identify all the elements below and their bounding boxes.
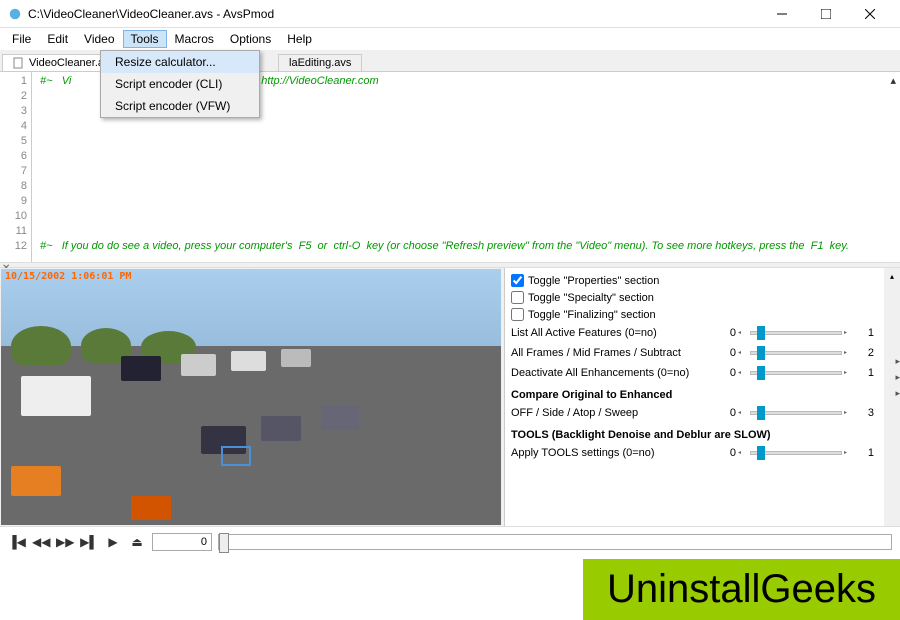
rewind-button[interactable]: ◀◀	[32, 535, 50, 549]
menubar: File Edit Video Tools Macros Options Hel…	[0, 28, 900, 50]
dropdown-script-encoder-vfw[interactable]: Script encoder (VFW)	[101, 95, 259, 117]
toggle-finalizing-check[interactable]: Toggle "Finalizing" section	[511, 306, 894, 323]
menu-tools[interactable]: Tools	[123, 30, 167, 48]
frame-number-input[interactable]	[152, 533, 212, 551]
editor-scroll-up-icon[interactable]: ▴	[890, 74, 896, 87]
video-preview-frame[interactable]: 10/15/2002 1:06:01 PM	[1, 269, 501, 525]
tools-dropdown: Resize calculator... Script encoder (CLI…	[100, 50, 260, 118]
preview-timestamp: 10/15/2002 1:06:01 PM	[5, 271, 131, 282]
tab-label-partial: laEditing.avs	[289, 57, 351, 69]
spinner-right[interactable]: ▸	[844, 330, 854, 336]
dropdown-script-encoder-cli[interactable]: Script encoder (CLI)	[101, 73, 259, 95]
side-arrow-icon[interactable]: ▸	[895, 388, 900, 404]
timeline-marker[interactable]	[219, 533, 229, 553]
app-icon	[8, 7, 22, 21]
slider-compare-mode: OFF / Side / Atop / Sweep 0 ◂ ▸ 3 0	[511, 403, 894, 423]
playback-bar: ▐◀ ◀◀ ▶▶ ▶▌ ▶ ⏏	[0, 526, 900, 556]
menu-edit[interactable]: Edit	[39, 30, 76, 48]
menu-macros[interactable]: Macros	[167, 30, 222, 48]
timeline-scrubber[interactable]	[218, 534, 892, 550]
slider-frames-mode: All Frames / Mid Frames / Subtract 0 ◂ ▸…	[511, 343, 894, 363]
goto-end-button[interactable]: ▶▌	[80, 535, 98, 549]
code-hint-line: #~ If you do do see a video, press your …	[40, 239, 892, 254]
toggle-specialty-check[interactable]: Toggle "Specialty" section	[511, 289, 894, 306]
menu-help[interactable]: Help	[279, 30, 320, 48]
side-arrow-icon[interactable]: ▸	[895, 356, 900, 372]
play-button[interactable]: ▶	[104, 535, 122, 549]
slider-list-active-features: List All Active Features (0=no) 0 ◂ ▸ 1 …	[511, 323, 894, 343]
watermark-banner: UninstallGeeks	[583, 559, 900, 620]
close-button[interactable]	[848, 0, 892, 28]
file-icon	[13, 57, 25, 69]
video-preview-panel: 10/15/2002 1:06:01 PM	[0, 268, 504, 526]
minimize-button[interactable]	[760, 0, 804, 28]
spinner-left[interactable]: ◂	[738, 330, 748, 336]
header-tools: TOOLS (Backlight Denoise and Deblur are …	[511, 423, 894, 443]
menu-options[interactable]: Options	[222, 30, 279, 48]
window-titlebar: C:\VideoCleaner\VideoCleaner.avs - AvsPm…	[0, 0, 900, 28]
menu-video[interactable]: Video	[76, 30, 122, 48]
header-compare: Compare Original to Enhanced	[511, 383, 894, 403]
toggle-specialty-checkbox[interactable]	[511, 291, 524, 304]
side-expand-arrows: ▸ ▸ ▸	[895, 356, 900, 404]
toggle-properties-checkbox[interactable]	[511, 274, 524, 287]
menu-file[interactable]: File	[4, 30, 39, 48]
slider-track[interactable]	[750, 331, 842, 335]
goto-start-button[interactable]: ▐◀	[8, 535, 26, 549]
slider-apply-tools: Apply TOOLS settings (0=no) 0 ◂ ▸ 1 0	[511, 443, 894, 463]
side-arrow-icon[interactable]: ▸	[895, 372, 900, 388]
toggle-finalizing-checkbox[interactable]	[511, 308, 524, 321]
tab-editing[interactable]: laEditing.avs	[278, 54, 362, 71]
scroll-up-icon[interactable]: ▴	[884, 268, 900, 284]
forward-button[interactable]: ▶▶	[56, 535, 74, 549]
properties-panel: Toggle "Properties" section Toggle "Spec…	[504, 268, 900, 526]
eject-button[interactable]: ⏏	[128, 535, 146, 549]
maximize-button[interactable]	[804, 0, 848, 28]
slider-thumb[interactable]	[757, 326, 765, 340]
slider-deactivate-enhancements: Deactivate All Enhancements (0=no) 0 ◂ ▸…	[511, 363, 894, 383]
window-title: C:\VideoCleaner\VideoCleaner.avs - AvsPm…	[28, 7, 760, 21]
toggle-properties-check[interactable]: Toggle "Properties" section	[511, 272, 894, 289]
dropdown-resize-calculator[interactable]: Resize calculator...	[101, 51, 259, 73]
line-gutter: 1 2 3 4 5 6 7 8 9 10 11 12	[0, 72, 32, 262]
